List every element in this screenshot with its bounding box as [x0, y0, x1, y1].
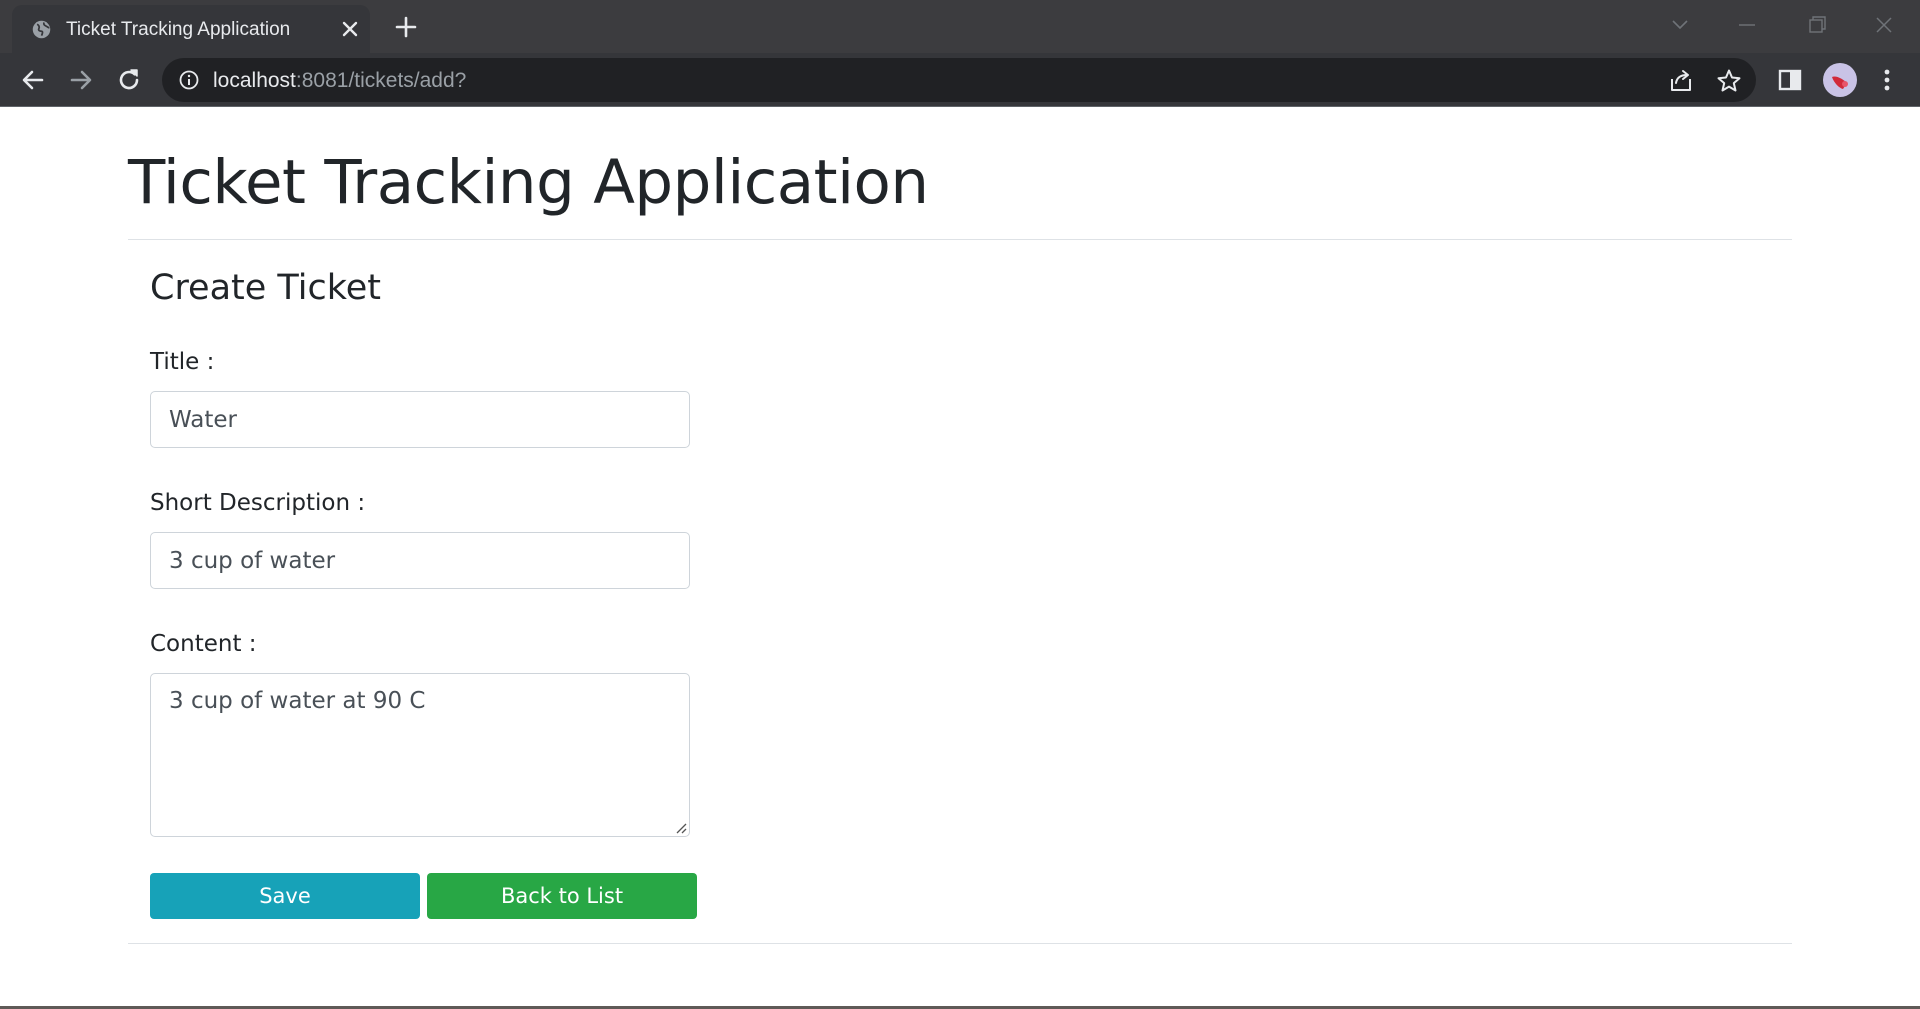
profile-image: [1832, 76, 1848, 89]
resize-handle-icon[interactable]: [674, 821, 687, 834]
url-text: localhost:8081/tickets/add?: [213, 69, 466, 93]
star-icon[interactable]: [1715, 67, 1743, 95]
minimize-icon[interactable]: [1727, 10, 1767, 40]
plus-icon[interactable]: [392, 13, 420, 41]
content-label: Content :: [150, 631, 257, 657]
window-close-icon[interactable]: [1864, 10, 1904, 40]
reload-icon[interactable]: [114, 65, 144, 95]
short-description-label: Short Description :: [150, 490, 366, 516]
more-icon[interactable]: [1872, 65, 1902, 95]
title-label: Title :: [150, 349, 215, 375]
form-title: Create Ticket: [150, 268, 381, 308]
address-bar[interactable]: localhost:8081/tickets/add?: [162, 58, 1756, 102]
side-panel-icon[interactable]: [1775, 65, 1805, 95]
divider-bottom: [128, 943, 1792, 944]
browser-tab[interactable]: Ticket Tracking Application: [12, 5, 370, 53]
page-title: Ticket Tracking Application: [128, 147, 929, 218]
info-icon[interactable]: [178, 69, 200, 91]
forward-arrow-icon[interactable]: [66, 65, 96, 95]
short-description-input[interactable]: [150, 532, 690, 589]
back-arrow-icon[interactable]: [18, 65, 48, 95]
avatar[interactable]: [1823, 63, 1857, 97]
save-button[interactable]: Save: [150, 873, 420, 919]
title-input[interactable]: [150, 391, 690, 448]
back-to-list-button[interactable]: Back to List: [427, 873, 697, 919]
content-textarea[interactable]: 3 cup of water at 90 C: [150, 673, 690, 837]
page-content: Ticket Tracking Application Create Ticke…: [0, 107, 1920, 1009]
url-path: :8081/tickets/add?: [295, 69, 467, 92]
restore-icon[interactable]: [1796, 10, 1836, 40]
url-host: localhost: [213, 69, 296, 92]
chevron-down-icon[interactable]: [1660, 10, 1700, 40]
share-icon[interactable]: [1667, 67, 1695, 95]
globe-icon: [32, 20, 51, 39]
tab-title: Ticket Tracking Application: [66, 19, 291, 40]
browser-tab-strip: Ticket Tracking Application: [0, 0, 1920, 53]
divider-top: [128, 239, 1792, 240]
close-icon[interactable]: [338, 17, 362, 41]
browser-toolbar: localhost:8081/tickets/add?: [0, 53, 1920, 106]
